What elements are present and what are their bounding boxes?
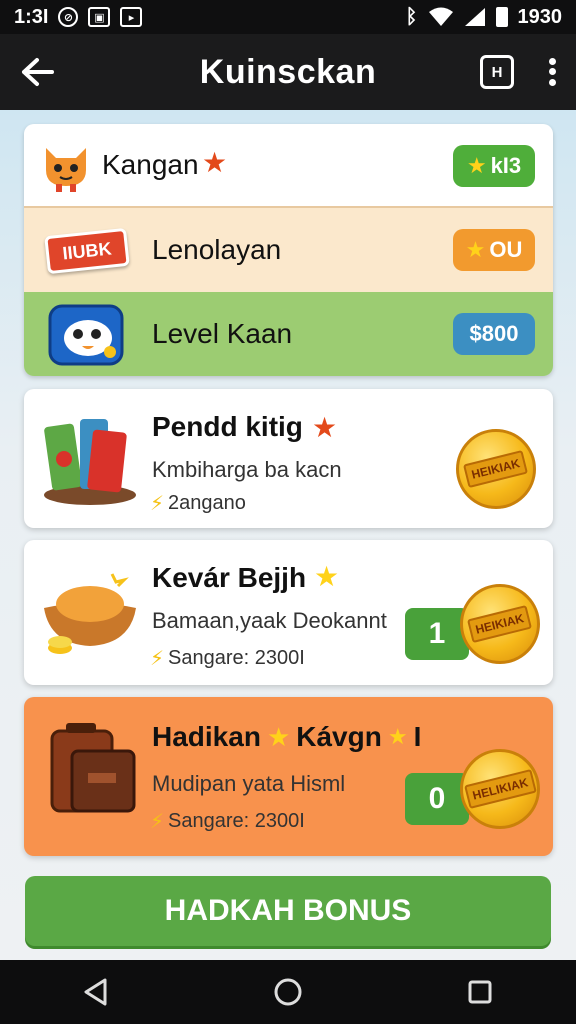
quest-subtitle: Bamaan,yaak Deokannt (152, 608, 387, 633)
back-button[interactable] (0, 34, 76, 110)
bonus-button[interactable]: HADKAH BONUS (25, 876, 551, 946)
quest-card[interactable]: Hadikan ★ Kávgn ★ I Mudipan yata Hisml ⚡… (24, 697, 553, 856)
coin-icon: HEIKIAK (456, 429, 536, 509)
reward-summary-card: Kangan ★ ★ kI3 IIUBK Lenolayan ★ OU Leve… (24, 124, 553, 376)
level-kaan-label: Level Kaan (152, 318, 293, 349)
quest-subtitle: Kmbiharga ba kacn (152, 457, 342, 482)
quest-subtitle: Mudipan yata Hisml (152, 771, 346, 796)
bolt-icon: ⚡ (150, 648, 165, 670)
kangan-label: Kangan (102, 149, 199, 180)
more-options-button[interactable] (540, 52, 564, 92)
quest-meta: ⚡ Sangare: 2300I (150, 647, 305, 670)
list-item-lenolayan[interactable]: IIUBK Lenolayan ★ OU (24, 208, 553, 292)
count-badge: 1 (405, 608, 469, 660)
coin-icon: HEIKIAK (460, 584, 540, 664)
status-time-left: 1:3I (14, 5, 49, 28)
monster-face-icon (48, 304, 124, 366)
level-kaan-badge: $800 (453, 313, 535, 355)
star-icon: ★ (465, 237, 486, 262)
status-time-right: 1930 (517, 5, 563, 28)
lenolayan-label: Lenolayan (152, 234, 282, 265)
bolt-icon: ⚡ (150, 811, 165, 833)
app-bar: Kuinsckan H (0, 34, 576, 110)
quest-title: Hadikan ★ Kávgn ★ I (152, 721, 422, 752)
coin-icon: HELIKIAK (460, 749, 540, 829)
box-icon: ▣ (88, 7, 111, 27)
quest-meta: ⚡ 2angano (150, 492, 246, 515)
list-item-level-kaan[interactable]: Level Kaan $800 (24, 292, 553, 376)
ribbon-label-icon: IIUBK (44, 227, 130, 275)
star-icon: ★ (314, 561, 340, 592)
battery-icon (495, 7, 508, 27)
star-icon: ★ (466, 153, 487, 178)
star-icon: ★ (202, 147, 228, 178)
quest-card[interactable]: Pendd kitig ★ Kmbiharga ba kacn ⚡ 2angan… (24, 389, 553, 528)
back-arrow-icon (22, 58, 54, 86)
nav-recents-button[interactable] (450, 967, 510, 1017)
signal-icon (464, 8, 485, 26)
count-badge: 0 (405, 773, 469, 825)
square-recents-icon (468, 980, 492, 1004)
square-action-button[interactable]: H (480, 55, 514, 89)
system-nav-bar (0, 960, 576, 1024)
nav-back-button[interactable] (66, 967, 126, 1017)
lenolayan-badge: ★ OU (453, 229, 535, 271)
quest-title: Kevár Bejjh (152, 562, 307, 593)
star-icon: ★ (312, 412, 338, 443)
list-item-kangan[interactable]: Kangan ★ ★ kI3 (24, 124, 553, 208)
triangle-back-icon (84, 978, 107, 1006)
bolt-icon: ⚡ (150, 493, 165, 515)
suitcase-icon (50, 723, 136, 813)
quest-meta: ⚡ Sangare: 2300I (150, 810, 305, 833)
circle-icon: ⊘ (58, 7, 79, 27)
status-bar: 1:3I ⊘ ▣ ▸ ᛒ 1930 (0, 0, 576, 34)
quest-title: Pendd kitig (152, 411, 303, 442)
star-icon: ★ (387, 724, 408, 749)
wifi-icon (428, 7, 453, 26)
circle-home-icon (274, 978, 302, 1006)
snack-basket-icon (44, 419, 136, 505)
food-bowl-icon (44, 573, 136, 654)
nav-home-button[interactable] (258, 967, 318, 1017)
cat-mascot-icon (46, 148, 86, 192)
kangan-badge: ★ kI3 (453, 145, 535, 187)
media-icon: ▸ (120, 7, 143, 27)
quest-card[interactable]: Kevár Bejjh ★ Bamaan,yaak Deokannt ⚡ San… (24, 540, 553, 685)
star-icon: ★ (266, 721, 291, 752)
bluetooth-icon: ᛒ (405, 5, 418, 28)
